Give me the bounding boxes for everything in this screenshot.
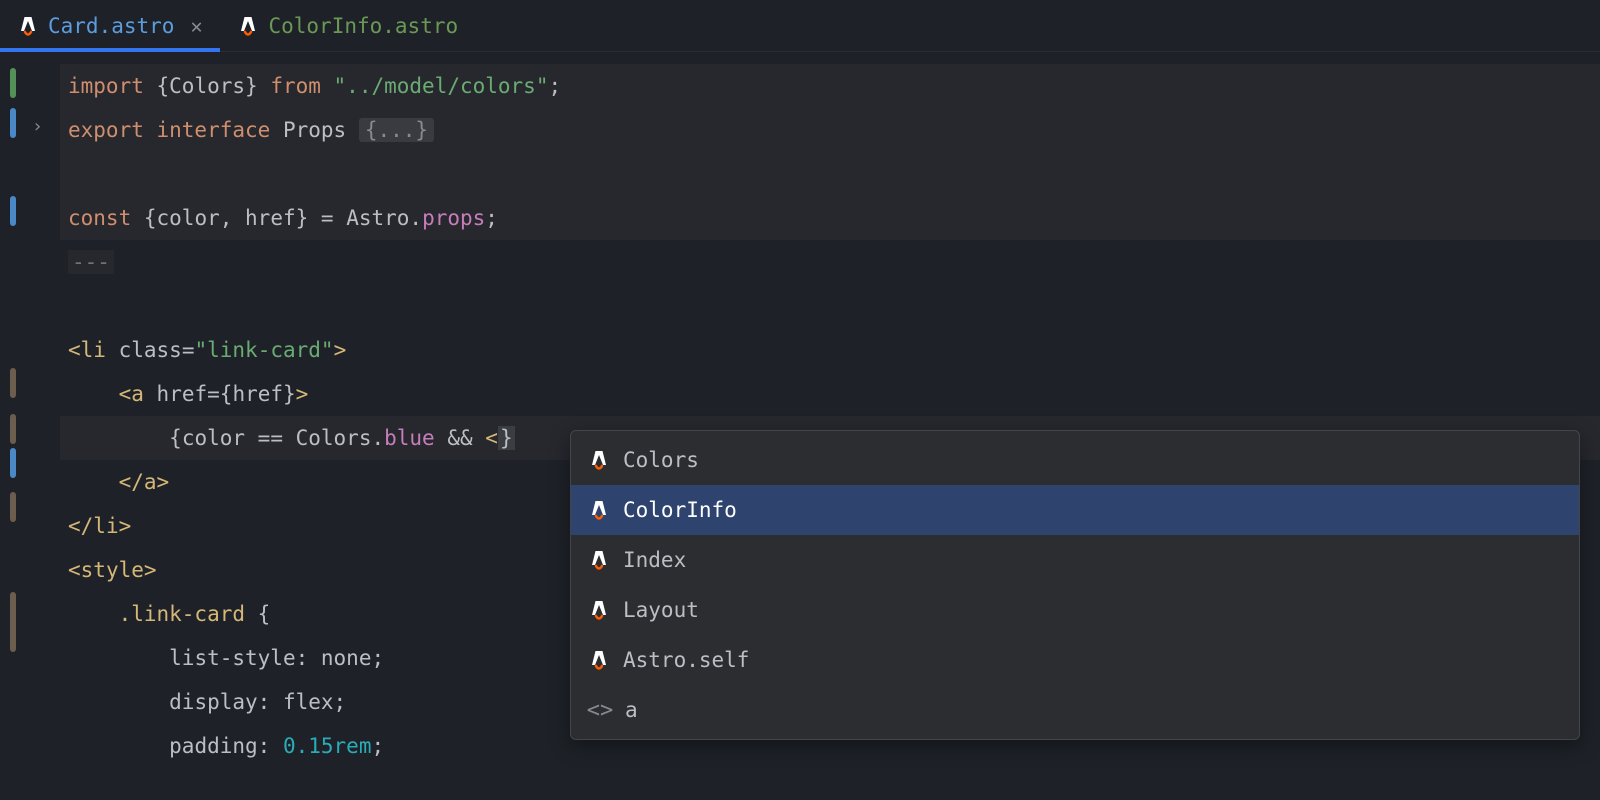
completion-item-astro-self[interactable]: Astro.self — [571, 635, 1579, 685]
code-line[interactable]: const {color, href} = Astro.props; — [60, 196, 1600, 240]
astro-icon — [589, 549, 609, 571]
tag-icon: <> — [589, 699, 611, 721]
editor-tabs: Card.astro ✕ ColorInfo.astro — [0, 0, 1600, 52]
completion-item-colors[interactable]: Colors — [571, 435, 1579, 485]
completion-item-a-tag[interactable]: <> a — [571, 685, 1579, 735]
code-line[interactable]: import {Colors} from "../model/colors"; — [60, 64, 1600, 108]
astro-icon — [18, 15, 38, 37]
completion-item-index[interactable]: Index — [571, 535, 1579, 585]
completion-item-layout[interactable]: Layout — [571, 585, 1579, 635]
vcs-marker[interactable] — [10, 492, 16, 522]
vcs-marker[interactable] — [10, 414, 16, 444]
vcs-marker[interactable] — [10, 368, 16, 398]
completion-label: a — [625, 698, 638, 722]
vcs-marker[interactable] — [10, 196, 16, 226]
completion-label: ColorInfo — [623, 498, 737, 522]
code-line[interactable]: <li class="link-card"> — [60, 328, 1600, 372]
tab-label: Card.astro — [48, 14, 174, 38]
code-line[interactable]: export interface Props {...} — [60, 108, 1600, 152]
tab-card-astro[interactable]: Card.astro ✕ — [0, 0, 220, 51]
fold-arrow-icon[interactable]: › — [32, 116, 43, 137]
gutter: › — [0, 52, 60, 800]
close-icon[interactable]: ✕ — [190, 14, 202, 38]
code-line[interactable] — [60, 152, 1600, 196]
vcs-marker[interactable] — [10, 108, 16, 138]
vcs-marker[interactable] — [10, 448, 16, 478]
completion-label: Colors — [623, 448, 699, 472]
completion-item-colorinfo[interactable]: ColorInfo — [571, 485, 1579, 535]
completion-popup: Colors ColorInfo Index Layout Astro.self… — [570, 430, 1580, 740]
vcs-marker[interactable] — [10, 68, 16, 98]
code-line[interactable] — [60, 284, 1600, 328]
tab-colorinfo-astro[interactable]: ColorInfo.astro — [220, 0, 476, 51]
astro-icon — [238, 15, 258, 37]
astro-icon — [589, 449, 609, 471]
tab-label: ColorInfo.astro — [268, 14, 458, 38]
code-line[interactable]: <a href={href}> — [60, 372, 1600, 416]
completion-label: Index — [623, 548, 686, 572]
astro-icon — [589, 499, 609, 521]
astro-icon — [589, 649, 609, 671]
completion-label: Layout — [623, 598, 699, 622]
completion-label: Astro.self — [623, 648, 749, 672]
vcs-marker[interactable] — [10, 592, 16, 652]
code-line[interactable]: --- — [60, 240, 1600, 284]
astro-icon — [589, 599, 609, 621]
